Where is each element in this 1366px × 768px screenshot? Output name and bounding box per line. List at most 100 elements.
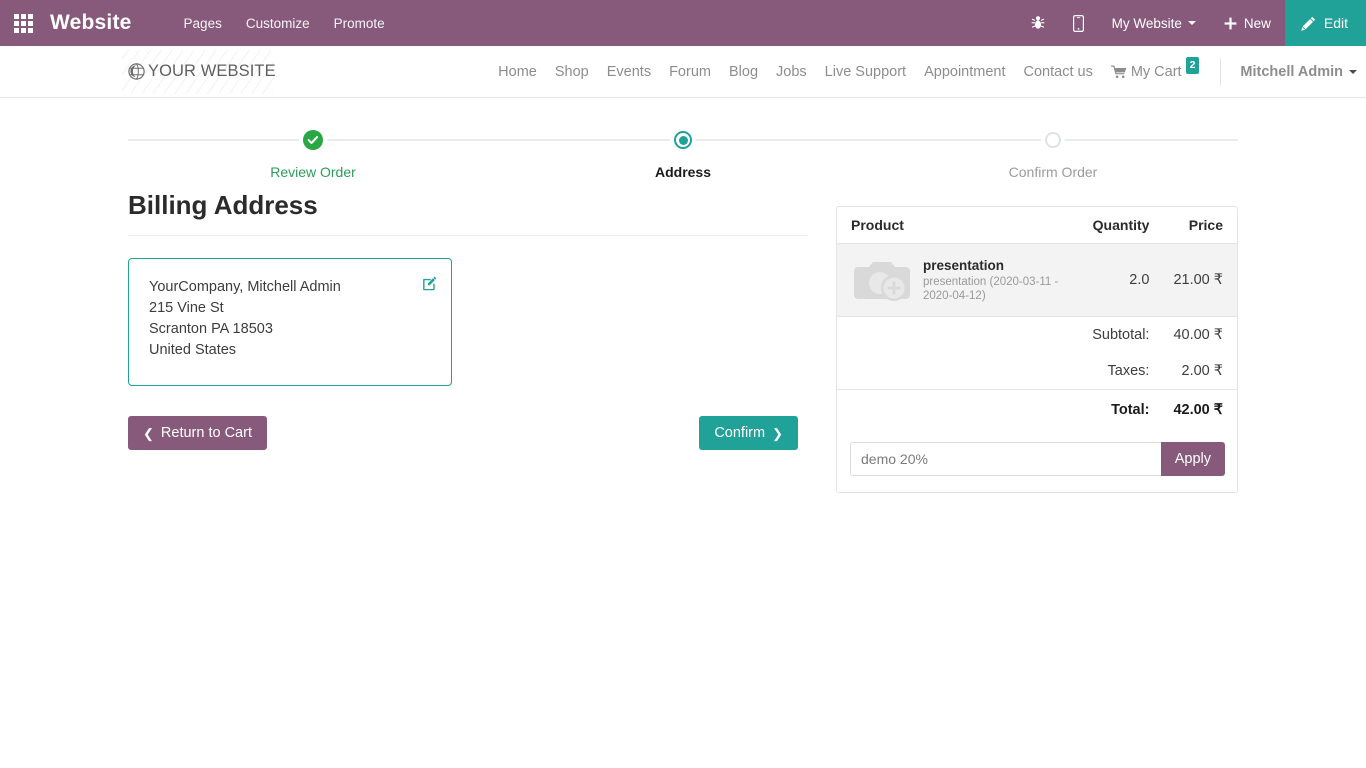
total-value: 42.00 ₹ — [1161, 389, 1237, 430]
site-logo[interactable]: YOUR WEBSITE — [122, 46, 288, 98]
address-line: Scranton PA 18503 — [149, 321, 273, 337]
column-header-product: Product — [837, 207, 1081, 244]
order-table-body: presentation presentation (2020-03-11 - … — [837, 243, 1237, 430]
product-quantity: 2.0 — [1080, 243, 1162, 317]
wizard-step-marker — [203, 122, 423, 158]
image-placeholder-icon — [851, 254, 915, 306]
wizard-step-label: Address — [654, 164, 712, 180]
nav-divider — [1220, 58, 1222, 85]
apps-grid-glyph — [13, 13, 33, 33]
confirm-button[interactable]: Confirm ❯ — [699, 416, 798, 450]
product-description: presentation (2020-03-11 - 2020-04-12) — [923, 276, 1059, 302]
column-header-price: Price — [1161, 207, 1237, 244]
globe-icon — [128, 63, 145, 80]
website-selector-label: My Website — [1111, 15, 1182, 31]
taxes-value: 2.00 ₹ — [1181, 363, 1223, 379]
address-line: 215 Vine St — [149, 300, 224, 316]
wizard-step-marker — [943, 122, 1163, 158]
promo-code-group: Apply — [850, 442, 1225, 476]
app-title: Website — [50, 11, 132, 34]
wizard-step-confirm-order[interactable]: Confirm Order — [943, 122, 1163, 180]
apps-grid-icon[interactable] — [0, 0, 46, 46]
return-to-cart-label: Return to Cart — [160, 425, 252, 441]
chevron-down-icon — [1349, 69, 1357, 74]
menu-item-customize[interactable]: Customize — [234, 16, 322, 31]
pencil-icon — [1301, 16, 1315, 31]
order-summary-panel: Product Quantity Price presentation pres… — [836, 206, 1238, 493]
subtotal-label: Subtotal: — [1092, 327, 1150, 343]
order-summary-table: Product Quantity Price presentation pres… — [837, 207, 1237, 430]
new-button[interactable]: New — [1210, 0, 1285, 46]
edit-button[interactable]: Edit — [1284, 0, 1366, 46]
bug-icon[interactable] — [1017, 0, 1059, 46]
mobile-preview-icon[interactable] — [1059, 0, 1098, 46]
subtotal-row: Subtotal: 40.00 ₹ — [837, 317, 1237, 354]
chevron-left-icon: ❮ — [143, 425, 154, 441]
system-bar-left: Website Pages Customize Promote — [0, 0, 397, 46]
column-header-quantity: Quantity — [1080, 207, 1162, 244]
wizard-step-label: Confirm Order — [1008, 164, 1098, 180]
confirm-button-label: Confirm — [714, 425, 766, 441]
nav-item-appointment[interactable]: Appointment — [915, 64, 1014, 80]
website-selector-dropdown[interactable]: My Website — [1098, 0, 1210, 46]
check-circle-icon — [303, 130, 323, 150]
total-label: Total: — [837, 389, 1162, 430]
user-menu-label: Mitchell Admin — [1240, 63, 1343, 80]
nav-item-home[interactable]: Home — [489, 64, 546, 80]
nav-item-forum[interactable]: Forum — [660, 64, 720, 80]
title-divider — [128, 235, 808, 236]
website-nav-links: Home Shop Events Forum Blog Jobs Live Su… — [489, 57, 1366, 85]
return-to-cart-button[interactable]: ❮ Return to Cart — [128, 416, 267, 450]
product-cell: presentation presentation (2020-03-11 - … — [837, 243, 1081, 317]
subtotal-value: 40.00 ₹ — [1173, 327, 1223, 343]
wizard-step-marker — [573, 122, 793, 158]
wizard-step-label: Review Order — [270, 164, 356, 180]
promo-code-section: Apply — [837, 430, 1237, 492]
website-navbar: YOUR WEBSITE Home Shop Events Forum Blog… — [0, 46, 1366, 98]
product-price: 21.00 ₹ — [1161, 243, 1237, 317]
product-info: presentation presentation (2020-03-11 - … — [923, 257, 1069, 303]
menu-item-pages[interactable]: Pages — [172, 16, 234, 31]
new-button-label: New — [1243, 15, 1271, 31]
table-row: presentation presentation (2020-03-11 - … — [837, 243, 1237, 317]
order-summary-column: Product Quantity Price presentation pres… — [836, 180, 1238, 493]
address-line: YourCompany, Mitchell Admin — [149, 279, 341, 295]
apply-promo-button[interactable]: Apply — [1160, 442, 1225, 476]
wizard-step-review-order[interactable]: Review Order — [203, 122, 423, 180]
filled-circle-icon — [674, 131, 692, 149]
empty-circle-icon — [1045, 132, 1061, 148]
nav-item-live-support[interactable]: Live Support — [816, 64, 915, 80]
order-table-head: Product Quantity Price — [837, 207, 1237, 244]
my-cart-label: My Cart — [1130, 63, 1182, 80]
menu-item-promote[interactable]: Promote — [322, 16, 397, 31]
nav-item-events[interactable]: Events — [598, 64, 660, 80]
nav-item-contact-us[interactable]: Contact us — [1015, 64, 1102, 80]
nav-item-shop[interactable]: Shop — [546, 64, 598, 80]
my-cart-link[interactable]: My Cart 2 — [1102, 57, 1209, 80]
system-bar-spacer — [397, 0, 1017, 46]
wizard-step-address[interactable]: Address — [573, 122, 793, 180]
chevron-down-icon — [1187, 21, 1196, 25]
chevron-right-icon: ❯ — [772, 425, 783, 441]
odoo-system-bar: Website Pages Customize Promote My Websi… — [0, 0, 1366, 46]
edit-button-label: Edit — [1323, 15, 1348, 31]
checkout-wizard: Review Order Address Confirm Order — [128, 122, 1238, 180]
shopping-cart-icon — [1110, 65, 1131, 79]
billing-address-card[interactable]: YourCompany, Mitchell Admin 215 Vine St … — [128, 258, 452, 386]
taxes-label: Taxes: — [1107, 363, 1150, 379]
plus-icon — [1224, 17, 1237, 29]
user-menu[interactable]: Mitchell Admin — [1231, 64, 1366, 80]
system-bar-menu: Pages Customize Promote — [172, 16, 397, 31]
cart-count-badge: 2 — [1185, 57, 1200, 74]
promo-code-input[interactable] — [850, 442, 1161, 476]
checkout-page: Review Order Address Confirm Order Billi… — [0, 122, 1366, 493]
page-title: Billing Address — [128, 190, 318, 220]
product-cell-inner: presentation presentation (2020-03-11 - … — [849, 254, 1069, 306]
nav-item-blog[interactable]: Blog — [720, 64, 767, 80]
checkout-actions: ❮ Return to Cart Confirm ❯ — [128, 416, 808, 450]
product-name: presentation — [923, 258, 1005, 273]
billing-address-column: Billing Address YourCompany, Mitchell Ad… — [128, 180, 808, 450]
taxes-row: Taxes: 2.00 ₹ — [837, 353, 1237, 390]
edit-address-icon[interactable] — [422, 276, 437, 295]
nav-item-jobs[interactable]: Jobs — [767, 64, 816, 80]
